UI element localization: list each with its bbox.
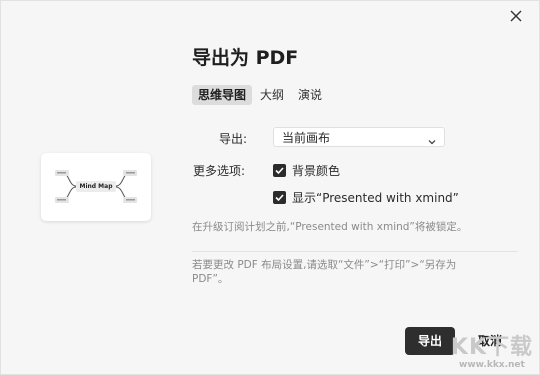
close-icon[interactable]: [507, 7, 525, 25]
more-options-label: 更多选项:: [193, 164, 246, 178]
tab-mindmap[interactable]: 思维导图: [192, 85, 253, 105]
chevron-down-icon: [427, 133, 437, 153]
format-tabs: 思维导图 大纲 演说: [192, 85, 330, 105]
watermark-logo: KK下载: [450, 335, 533, 360]
export-button[interactable]: 导出: [405, 327, 455, 355]
presented-with-xmind-option[interactable]: 显示“Presented with xmind”: [273, 189, 459, 205]
export-scope-select[interactable]: 当前画布: [273, 127, 445, 147]
dialog-title: 导出为 PDF: [192, 47, 299, 69]
checkbox-checked-icon[interactable]: [273, 190, 286, 204]
presented-with-xmind-label: 显示“Presented with xmind”: [292, 190, 459, 205]
export-scope-value: 当前画布: [282, 131, 331, 145]
watermark-url: www.kkx.net: [459, 360, 525, 370]
export-pdf-dialog: 导出为 PDF 思维导图 大纲 演说 Mind Map 导出: 当前画布 更多选…: [0, 0, 540, 375]
tab-outline[interactable]: 大纲: [254, 85, 290, 105]
export-label: 导出:: [219, 132, 248, 146]
layout-notice: 若要更改 PDF 布局设置,请选取“文件”>“打印”>“另存为 PDF”。: [192, 259, 457, 285]
checkbox-checked-icon[interactable]: [273, 163, 286, 177]
mindmap-thumbnail: Mind Map: [41, 153, 151, 221]
lock-notice: 在升级订阅计划之前,“Presented with xmind”将被锁定。: [192, 221, 468, 233]
watermark: KK下载 www.kkx.net: [450, 335, 533, 371]
thumbnail-center-topic: Mind Map: [76, 181, 116, 192]
tab-pitch[interactable]: 演说: [292, 85, 328, 105]
background-color-option[interactable]: 背景颜色: [273, 162, 340, 178]
background-color-label: 背景颜色: [292, 163, 341, 178]
divider: [192, 251, 518, 252]
